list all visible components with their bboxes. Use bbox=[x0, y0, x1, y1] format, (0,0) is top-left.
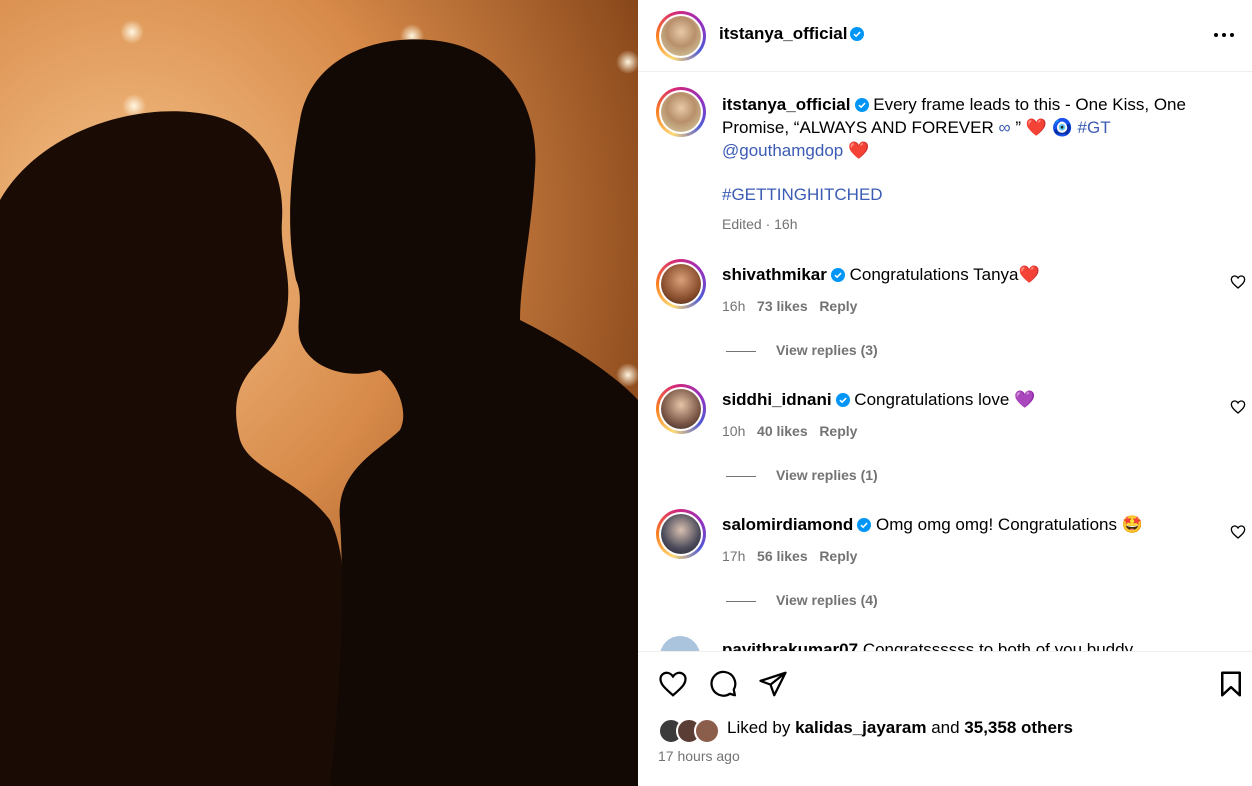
post-panel: itstanya_official itstanya_official Ever… bbox=[638, 0, 1252, 786]
verified-badge-icon bbox=[835, 393, 850, 407]
view-replies-line bbox=[726, 350, 756, 352]
caption-edited-time: Edited · 16h bbox=[722, 216, 798, 232]
commenter-username[interactable]: siddhi_idnani bbox=[722, 390, 832, 409]
view-replies-button[interactable]: View replies (1) bbox=[726, 467, 878, 483]
mention-link[interactable]: @gouthamgdop bbox=[722, 141, 843, 160]
hashtag-gettinghitched[interactable]: #GETTINGHITCHED bbox=[722, 183, 883, 206]
verified-badge-icon bbox=[857, 518, 872, 532]
photo-silhouette bbox=[0, 20, 638, 786]
header-username[interactable]: itstanya_official bbox=[719, 24, 848, 44]
comment-item: siddhi_idnani Congratulations love 💜 10h… bbox=[638, 380, 1252, 500]
comment-item: salomirdiamond Omg omg omg! Congratulati… bbox=[638, 505, 1252, 625]
verified-badge-icon bbox=[830, 268, 845, 282]
comment-text: Omg omg omg! Congratulations 🤩 bbox=[876, 515, 1143, 534]
comment-item: shivathmikar Congratulations Tanya❤️ 16h… bbox=[638, 255, 1252, 375]
caption-avatar[interactable] bbox=[656, 87, 706, 137]
view-replies-line bbox=[726, 475, 756, 477]
heart-icon[interactable] bbox=[658, 669, 688, 699]
comment-likes[interactable]: 73 likes bbox=[757, 298, 808, 314]
view-replies-line bbox=[726, 600, 756, 602]
post-header: itstanya_official bbox=[638, 0, 1252, 72]
bookmark-icon[interactable] bbox=[1216, 669, 1246, 699]
liked-by-text: Liked by kalidas_jayaram and 35,358 othe… bbox=[727, 718, 1073, 737]
commenter-username[interactable]: shivathmikar bbox=[722, 265, 827, 284]
post-time-ago[interactable]: 17 hours ago bbox=[658, 748, 740, 764]
comment-item: pavithrakumar07 Congratssssss to both of… bbox=[638, 630, 1252, 651]
view-replies-button[interactable]: View replies (4) bbox=[726, 592, 878, 608]
more-horizontal-icon[interactable] bbox=[1210, 23, 1238, 47]
reply-button[interactable]: Reply bbox=[819, 423, 857, 439]
commenter-avatar[interactable] bbox=[660, 636, 700, 651]
comment-text: Congratssssss to both of you buddy bbox=[862, 640, 1134, 651]
comment-time: 10h bbox=[722, 423, 746, 439]
comment-text: Congratulations love 💜 bbox=[854, 390, 1036, 409]
liked-by-avatar[interactable] bbox=[694, 718, 720, 744]
commenter-avatar[interactable] bbox=[656, 259, 706, 309]
verified-badge-icon bbox=[854, 98, 869, 112]
caption-username[interactable]: itstanya_official bbox=[722, 95, 851, 114]
comment-like-icon[interactable] bbox=[1230, 399, 1246, 415]
caption-text: itstanya_official Every frame leads to t… bbox=[722, 93, 1212, 162]
paper-plane-icon[interactable] bbox=[758, 669, 788, 699]
comment-like-icon[interactable] bbox=[1230, 274, 1246, 290]
liked-by-others[interactable]: 35,358 others bbox=[964, 718, 1073, 737]
comment-time: 17h bbox=[722, 548, 746, 564]
liked-by-user[interactable]: kalidas_jayaram bbox=[795, 718, 926, 737]
heart-emoji: ❤️ bbox=[1025, 118, 1047, 137]
comments-scroll[interactable]: itstanya_official Every frame leads to t… bbox=[638, 73, 1252, 651]
hashtag-gt[interactable]: #GT bbox=[1078, 118, 1111, 137]
comment-likes[interactable]: 40 likes bbox=[757, 423, 808, 439]
author-avatar[interactable] bbox=[656, 11, 706, 61]
heart-emoji: ❤️ bbox=[847, 141, 870, 160]
comment-like-icon[interactable] bbox=[1230, 524, 1246, 540]
post-photo[interactable] bbox=[0, 0, 638, 786]
reply-button[interactable]: Reply bbox=[819, 548, 857, 564]
reply-button[interactable]: Reply bbox=[819, 298, 857, 314]
commenter-avatar[interactable] bbox=[656, 509, 706, 559]
view-replies-button[interactable]: View replies (3) bbox=[726, 342, 878, 358]
caption-quote: ” bbox=[1015, 118, 1021, 137]
comment-icon[interactable] bbox=[708, 669, 738, 699]
commenter-username[interactable]: salomirdiamond bbox=[722, 515, 853, 534]
nazar-emoji: 🧿 bbox=[1051, 118, 1073, 137]
verified-badge-icon bbox=[850, 27, 864, 41]
comment-time: 16h bbox=[722, 298, 746, 314]
comment-likes[interactable]: 56 likes bbox=[757, 548, 808, 564]
comment-text: Congratulations Tanya❤️ bbox=[849, 265, 1040, 284]
commenter-avatar[interactable] bbox=[656, 384, 706, 434]
infinity-emoji: ∞ bbox=[998, 118, 1011, 137]
commenter-username[interactable]: pavithrakumar07 bbox=[722, 640, 858, 651]
